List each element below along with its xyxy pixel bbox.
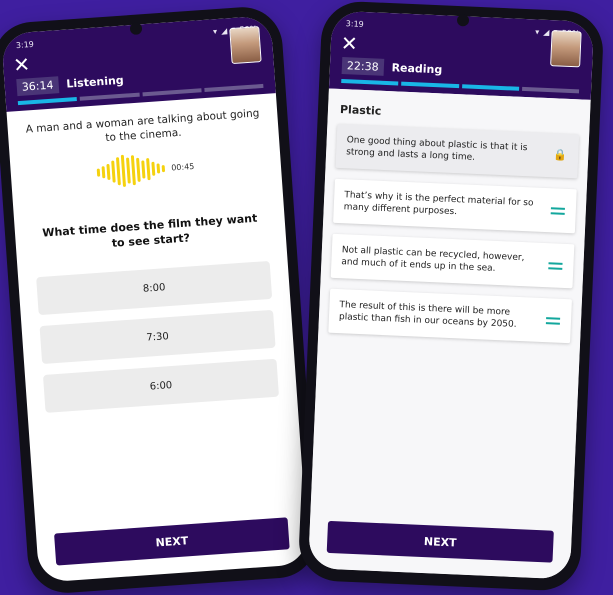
listening-body: A man and a woman are talking about goin… [7, 93, 287, 257]
drag-handle-icon[interactable] [547, 257, 564, 274]
close-icon[interactable]: ✕ [340, 31, 358, 56]
section-title: Listening [65, 73, 125, 91]
sentence-card[interactable]: That’s why it is the perfect material fo… [333, 178, 577, 234]
timer: 22:38 [341, 57, 384, 76]
progress-segment [141, 88, 202, 97]
phone-reading: 3:19 ▾ ◢ ▮ 59% ✕ 22:38 Reading [297, 0, 605, 592]
signal-icon: ◢ [543, 27, 550, 38]
lock-icon: 🔒 [553, 148, 568, 162]
next-button[interactable]: NEXT [54, 517, 290, 566]
timer-row: 22:38 Reading [341, 57, 443, 78]
drag-handle-icon[interactable] [549, 202, 566, 219]
signal-icon: ◢ [220, 26, 228, 36]
sentence-card-locked: One good thing about plastic is that it … [335, 123, 580, 179]
progress-segment [204, 83, 264, 93]
phone-listening: 3:19 ▾ ◢ ▮ 59% ✕ 36:14 Listening [0, 4, 320, 595]
progress-segment [461, 84, 519, 91]
status-time: 3:19 [15, 39, 35, 51]
timer: 36:14 [16, 76, 60, 97]
listening-screen: 3:19 ▾ ◢ ▮ 59% ✕ 36:14 Listening [1, 15, 309, 583]
progress-segment [79, 92, 140, 101]
progress-segment [521, 86, 580, 94]
avatar [229, 26, 262, 65]
reading-screen: 3:19 ▾ ◢ ▮ 59% ✕ 22:38 Reading [307, 10, 595, 580]
sentence-card[interactable]: Not all plastic can be recycled, however… [330, 233, 575, 289]
sentence-text: The result of this is there will be more… [338, 300, 517, 330]
progress-segment [401, 81, 459, 89]
sentence-text: One good thing about plastic is that it … [345, 135, 528, 163]
status-time: 3:19 [345, 19, 364, 29]
progress-segment [341, 79, 399, 86]
reading-body: Plastic One good thing about plastic is … [307, 88, 591, 580]
progress-segment [17, 96, 78, 106]
wifi-icon: ▾ [212, 27, 218, 37]
drag-handle-icon[interactable] [545, 312, 562, 329]
audio-waveform-icon[interactable] [96, 151, 166, 190]
sentence-text: Not all plastic can be recycled, however… [341, 245, 525, 274]
sentence-text: That’s why it is the perfect material fo… [343, 190, 534, 218]
wifi-icon: ▾ [535, 27, 540, 37]
close-icon[interactable]: ✕ [12, 52, 30, 77]
answer-option[interactable]: 8:00 [36, 260, 273, 316]
timer-row: 36:14 Listening [16, 72, 125, 97]
avatar [550, 30, 582, 68]
answer-list: 8:00 7:30 6:00 [36, 260, 280, 424]
audio-time: 00:45 [170, 161, 195, 173]
section-title: Reading [391, 61, 443, 77]
answer-option[interactable]: 6:00 [42, 358, 280, 413]
sentence-card[interactable]: The result of this is there will be more… [328, 288, 572, 344]
answer-option[interactable]: 7:30 [39, 309, 276, 365]
